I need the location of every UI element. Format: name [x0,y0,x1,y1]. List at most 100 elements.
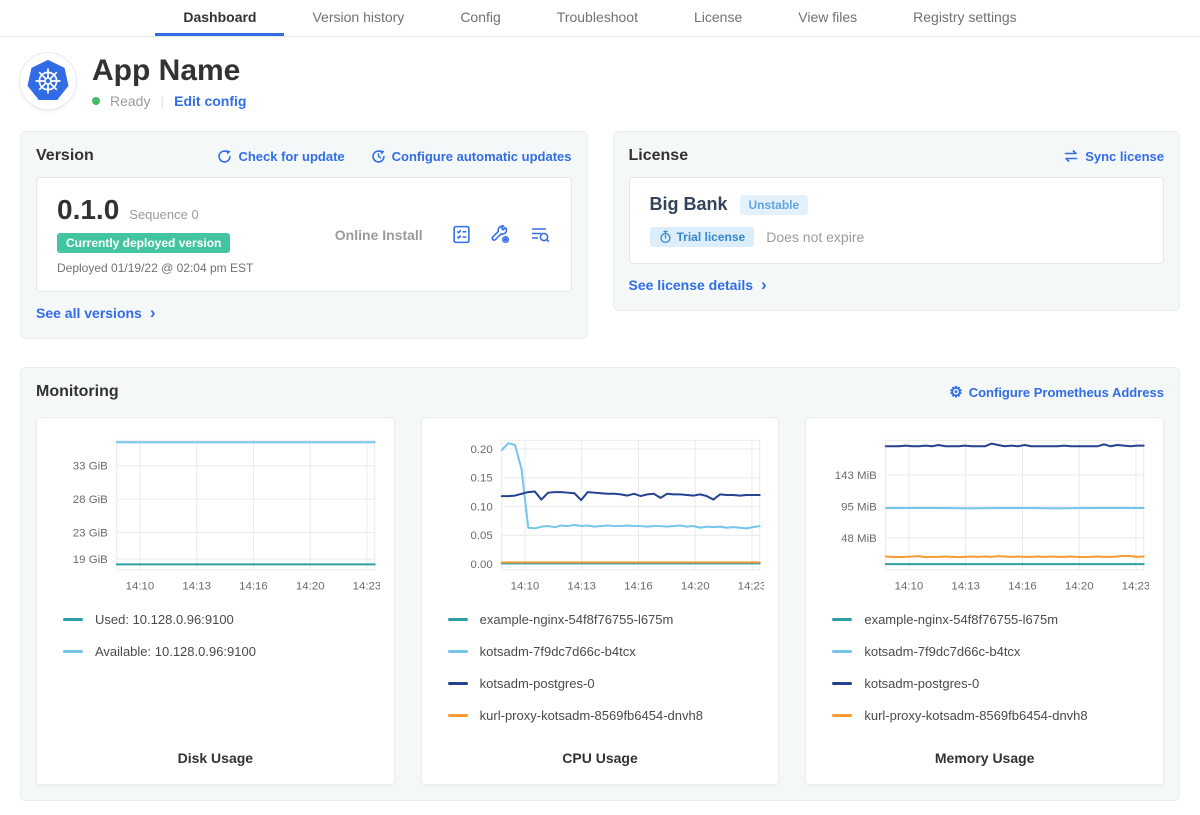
legend-item: Used: 10.128.0.96:9100 [63,612,380,627]
tab-config[interactable]: Config [432,0,528,36]
license-card: License Sync license Big Bank Unstable [613,131,1181,311]
see-all-versions-link[interactable]: See all versions › [36,305,156,321]
svg-text:0.05: 0.05 [470,530,492,542]
legend-label: Used: 10.128.0.96:9100 [95,612,234,627]
disk-usage-chart: 14:1014:1314:1614:2014:2333 GiB28 GiB23 … [51,432,380,600]
deployed-badge: Currently deployed version [57,233,230,253]
version-info: 0.1.0 Sequence 0 Currently deployed vers… [57,194,307,275]
svg-text:14:10: 14:10 [895,581,924,593]
svg-text:14:10: 14:10 [126,581,155,593]
configure-prometheus-link[interactable]: ⚙ Configure Prometheus Address [949,385,1164,400]
version-card: Version Check for update Configure autom… [20,131,588,339]
main-content: App Name Ready | Edit config Version [0,37,1200,815]
app-status-text: Ready [110,93,150,109]
view-logs-icon[interactable] [529,224,551,245]
legend-color-dash [832,714,852,717]
legend-item: kurl-proxy-kotsadm-8569fb6454-dnvh8 [832,708,1149,723]
legend-label: kurl-proxy-kotsadm-8569fb6454-dnvh8 [480,708,703,723]
see-all-versions-row: See all versions › [36,305,572,323]
legend-label: Available: 10.128.0.96:9100 [95,644,256,659]
svg-text:28 GiB: 28 GiB [73,494,108,506]
svg-text:95 MiB: 95 MiB [842,502,878,514]
svg-text:14:20: 14:20 [1065,581,1094,593]
see-license-details-link[interactable]: See license details › [629,277,767,293]
monitoring-header: Monitoring ⚙ Configure Prometheus Addres… [36,383,1164,401]
legend-color-dash [63,650,83,653]
divider: | [160,93,164,109]
version-card-header: Version Check for update Configure autom… [36,147,572,165]
disk-usage-panel: 14:1014:1314:1614:2014:2333 GiB28 GiB23 … [36,417,395,785]
svg-text:14:13: 14:13 [567,581,596,593]
svg-text:14:23: 14:23 [353,581,380,593]
cpu-usage-chart: 14:1014:1314:1614:2014:230.200.150.100.0… [436,432,765,600]
legend-label: kotsadm-postgres-0 [864,676,979,691]
memory-usage-legend: example-nginx-54f8f76755-l675m kotsadm-7f… [820,612,1149,740]
license-name-row: Big Bank Unstable [650,194,1144,215]
legend-color-dash [448,618,468,621]
memory-usage-panel: 14:1014:1314:1614:2014:23143 MiB95 MiB48… [805,417,1164,785]
app-logo [20,53,76,109]
svg-text:14:16: 14:16 [239,581,268,593]
install-type-label: Online Install [307,227,451,243]
cpu-usage-title: CPU Usage [436,740,765,774]
tab-version-history[interactable]: Version history [284,0,432,36]
top-nav: Dashboard Version history Config Trouble… [0,0,1200,37]
svg-text:14:10: 14:10 [510,581,539,593]
version-sequence: Sequence 0 [129,207,198,222]
legend-color-dash [448,714,468,717]
tab-troubleshoot[interactable]: Troubleshoot [529,0,666,36]
kubernetes-logo-icon [25,58,71,104]
svg-text:14:16: 14:16 [1009,581,1038,593]
tab-view-files[interactable]: View files [770,0,885,36]
svg-text:14:23: 14:23 [1122,581,1149,593]
current-version-panel: 0.1.0 Sequence 0 Currently deployed vers… [36,177,572,292]
tab-registry-settings[interactable]: Registry settings [885,0,1044,36]
ready-status-dot [92,97,100,105]
legend-label: example-nginx-54f8f76755-l675m [864,612,1058,627]
legend-label: kotsadm-postgres-0 [480,676,595,691]
license-expiry: Does not expire [766,229,864,245]
configure-automatic-updates-link[interactable]: Configure automatic updates [371,149,572,164]
gear-icon: ⚙ [949,385,962,400]
license-card-header: License Sync license [629,147,1165,165]
charts-row: 14:1014:1314:1614:2014:2333 GiB28 GiB23 … [36,417,1164,785]
memory-usage-chart: 14:1014:1314:1614:2014:23143 MiB95 MiB48… [820,432,1149,600]
svg-text:14:20: 14:20 [296,581,325,593]
version-action-icons [451,224,551,245]
version-number: 0.1.0 [57,194,119,226]
legend-item: kotsadm-postgres-0 [832,676,1149,691]
monitoring-title: Monitoring [36,383,119,401]
sync-license-link[interactable]: Sync license [1063,149,1164,164]
configure-automatic-updates-label: Configure automatic updates [392,149,572,164]
license-type-row: Trial license Does not expire [650,227,1144,247]
see-license-details-label: See license details [629,277,754,293]
legend-label: example-nginx-54f8f76755-l675m [480,612,674,627]
configure-prometheus-label: Configure Prometheus Address [969,385,1164,400]
svg-text:14:16: 14:16 [624,581,653,593]
svg-text:0.20: 0.20 [470,444,492,456]
check-for-update-link[interactable]: Check for update [217,149,344,164]
legend-item: kotsadm-7f9dc7d66c-b4tcx [832,644,1149,659]
config-wrench-icon[interactable] [490,224,511,245]
stopwatch-icon [659,230,672,244]
preflight-checks-icon[interactable] [451,224,472,245]
tab-license[interactable]: License [666,0,770,36]
disk-usage-title: Disk Usage [51,740,380,774]
monitoring-card: Monitoring ⚙ Configure Prometheus Addres… [20,367,1180,801]
trial-license-badge: Trial license [650,227,755,247]
legend-label: kurl-proxy-kotsadm-8569fb6454-dnvh8 [864,708,1087,723]
legend-item: example-nginx-54f8f76755-l675m [832,612,1149,627]
legend-color-dash [832,650,852,653]
check-for-update-label: Check for update [238,149,344,164]
legend-color-dash [448,650,468,653]
see-all-versions-label: See all versions [36,305,142,321]
app-header: App Name Ready | Edit config [20,37,1180,109]
deployed-timestamp: Deployed 01/19/22 @ 02:04 pm EST [57,261,307,275]
edit-config-link[interactable]: Edit config [174,93,246,109]
cards-row: Version Check for update Configure autom… [20,131,1180,339]
tab-dashboard[interactable]: Dashboard [155,0,284,36]
legend-label: kotsadm-7f9dc7d66c-b4tcx [480,644,636,659]
legend-color-dash [448,682,468,685]
version-card-title: Version [36,147,94,165]
svg-text:19 GiB: 19 GiB [73,554,108,566]
